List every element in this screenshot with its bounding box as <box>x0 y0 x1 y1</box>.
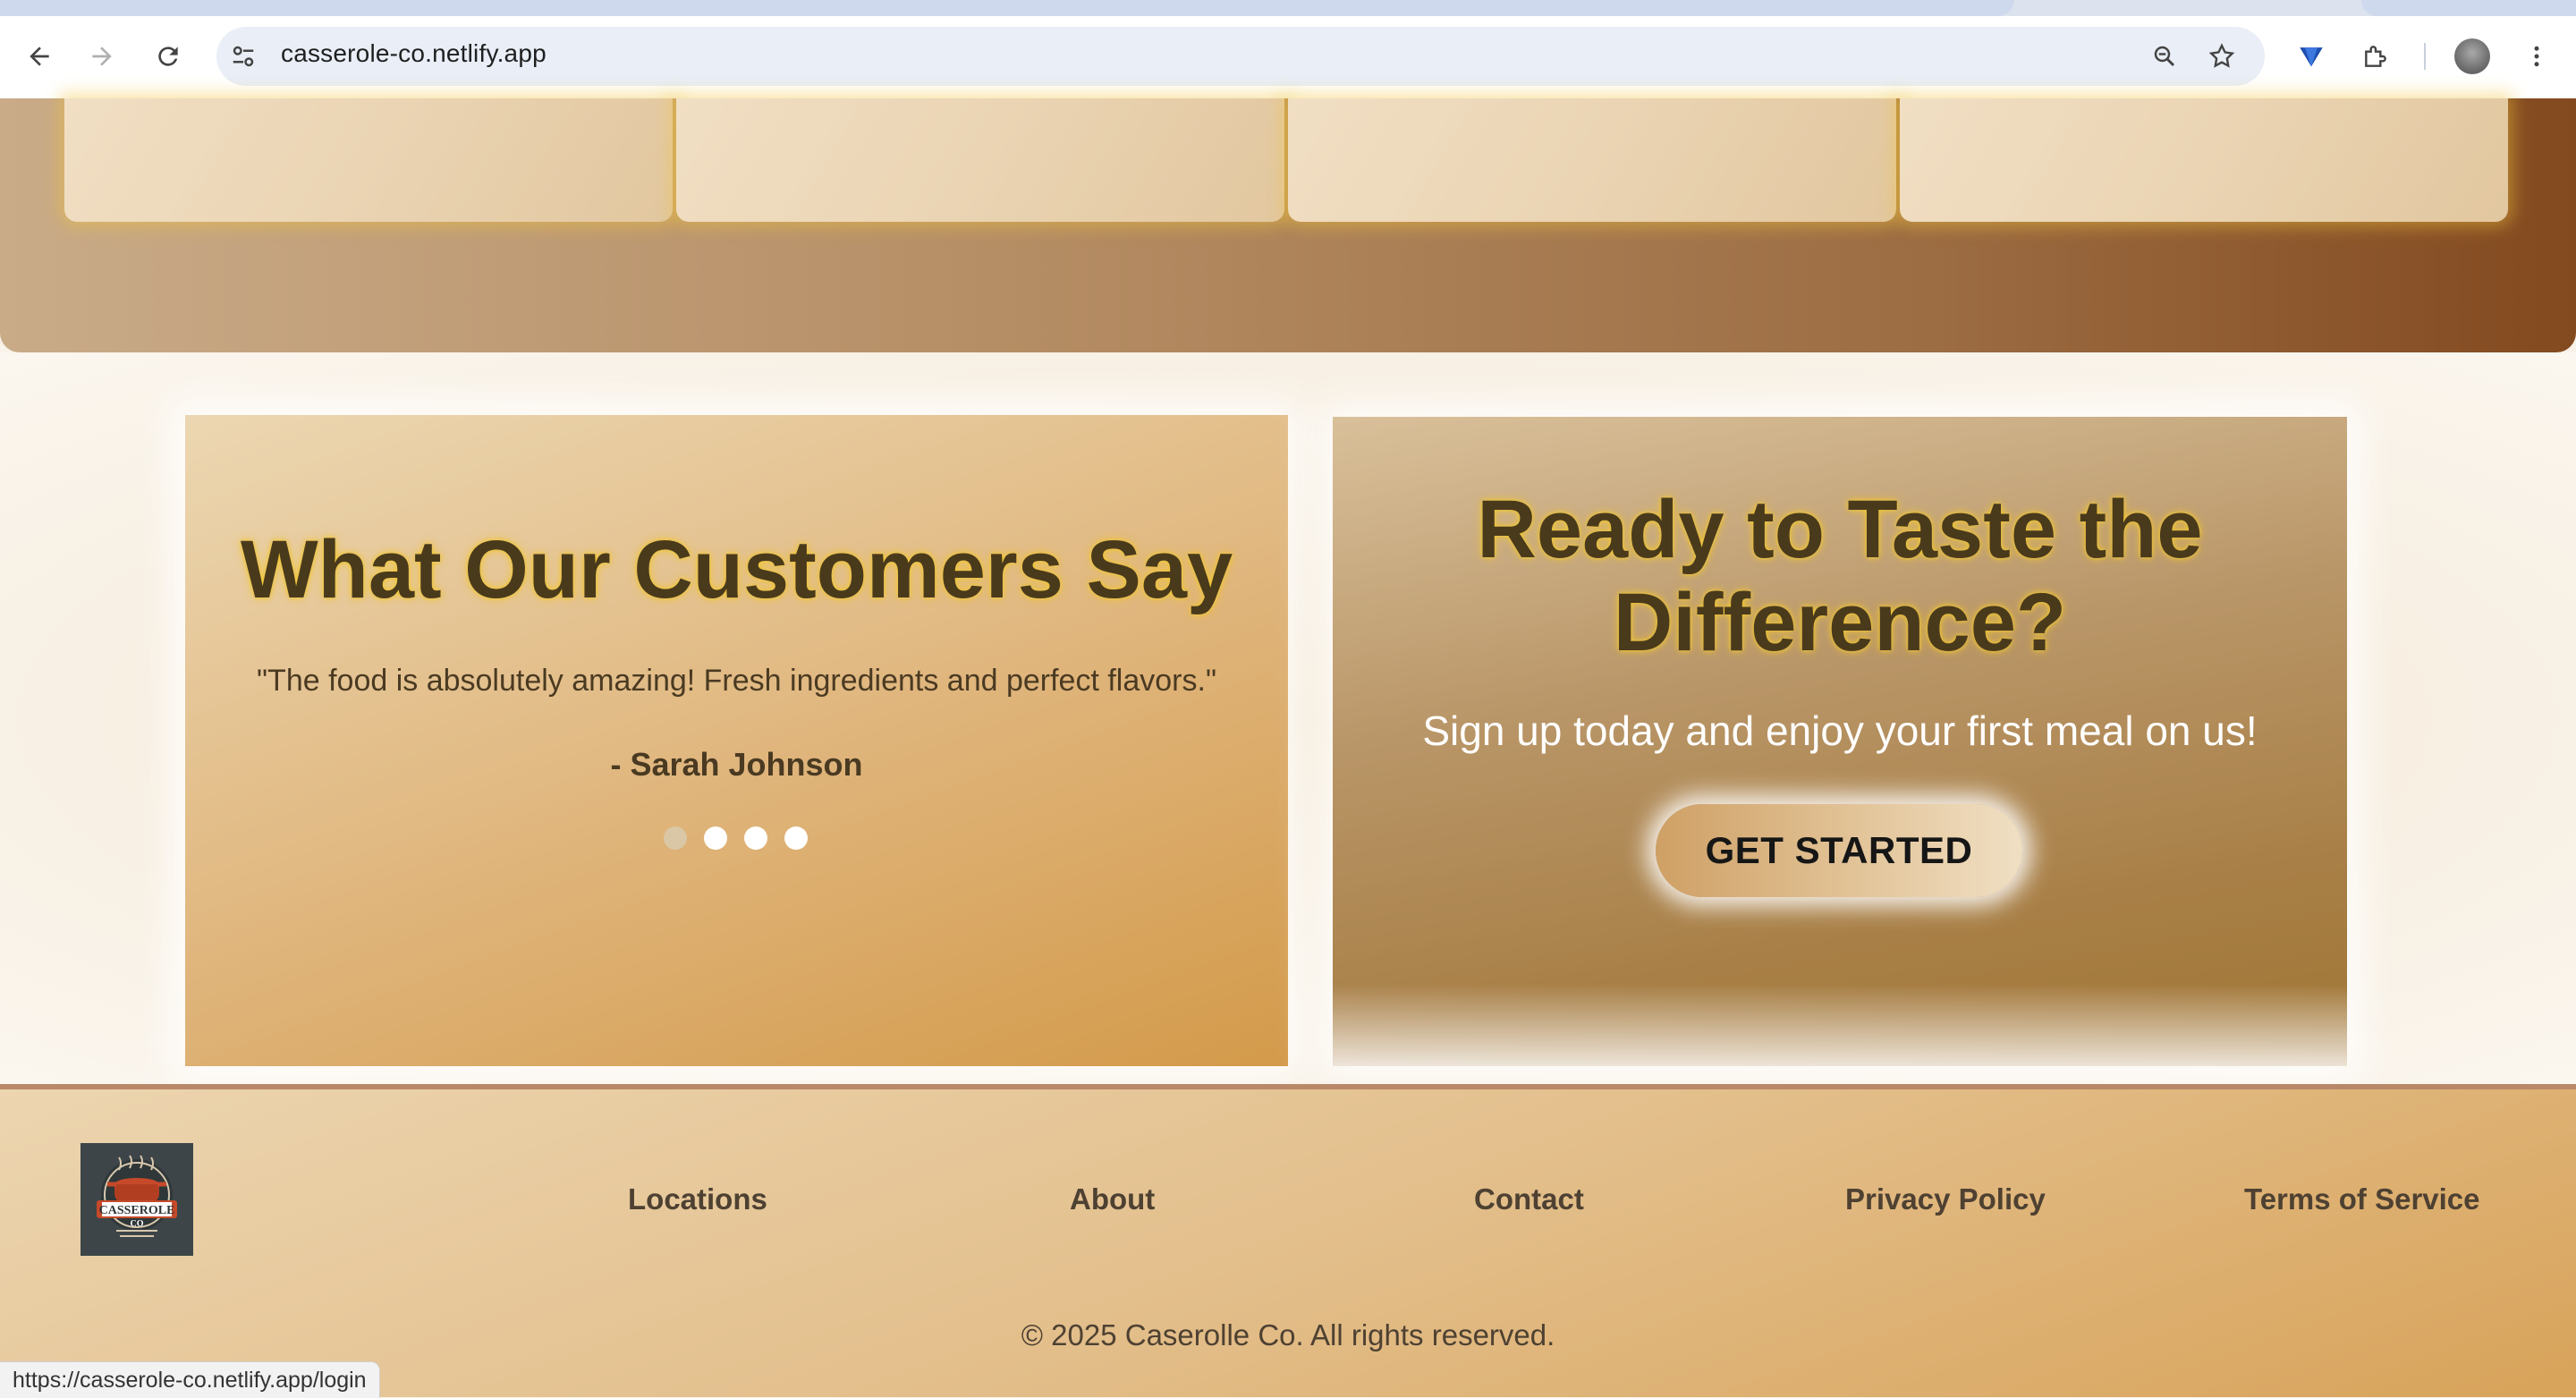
footer-link-about[interactable]: About <box>1070 1182 1155 1216</box>
carousel-dot[interactable] <box>784 826 808 850</box>
cta-title-line2: Difference? <box>1613 577 2067 668</box>
testimonial-author: - Sarah Johnson <box>610 746 863 783</box>
footer-link-terms-of-service[interactable]: Terms of Service <box>2244 1182 2480 1216</box>
site-info-icon[interactable] <box>218 31 268 81</box>
extensions-puzzle-icon[interactable] <box>2351 31 2401 81</box>
zoom-icon[interactable] <box>2140 31 2190 81</box>
more-menu-icon[interactable] <box>2512 31 2562 81</box>
forward-arrow-icon <box>92 47 112 66</box>
svg-text:CO: CO <box>131 1219 144 1229</box>
testimonials-title: What Our Customers Say <box>240 524 1233 615</box>
hero-card[interactable] <box>676 98 1284 222</box>
back-arrow-icon <box>30 47 49 66</box>
bookmark-star-icon[interactable] <box>2197 31 2247 81</box>
cta-panel-fade <box>1333 984 2347 1066</box>
carousel-dot[interactable] <box>664 826 687 850</box>
url-text[interactable]: casserole-co.netlify.app <box>281 39 547 68</box>
get-started-button[interactable]: GET STARTED <box>1656 804 2022 897</box>
toolbar-divider <box>2424 43 2426 70</box>
carousel-dot[interactable] <box>704 826 727 850</box>
reload-button[interactable] <box>140 28 197 85</box>
hero-card[interactable] <box>64 98 673 222</box>
footer-link-contact[interactable]: Contact <box>1474 1182 1584 1216</box>
cta-subtitle: Sign up today and enjoy your first meal … <box>1422 707 2258 754</box>
carousel-dot[interactable] <box>744 826 767 850</box>
active-tab[interactable] <box>0 0 2014 16</box>
hero-card[interactable] <box>1288 98 1896 222</box>
extension-diamond-icon[interactable] <box>2286 31 2336 81</box>
reload-icon <box>158 47 178 66</box>
tab-strip-right <box>2361 0 2576 16</box>
footer-link-privacy-policy[interactable]: Privacy Policy <box>1845 1182 2046 1216</box>
testimonial-quote: "The food is absolutely amazing! Fresh i… <box>256 664 1217 698</box>
svg-text:CASSEROLE: CASSEROLE <box>99 1204 175 1217</box>
link-status-bar: https://casserole-co.netlify.app/login <box>0 1361 380 1398</box>
hero-card[interactable] <box>1900 98 2508 222</box>
back-button[interactable] <box>11 28 68 85</box>
footer-link-locations[interactable]: Locations <box>628 1182 767 1216</box>
testimonial-panel <box>185 415 1288 1066</box>
casserole-pot-icon: CASSEROLE CO <box>97 1155 177 1237</box>
casserole-logo[interactable]: CASSEROLE CO <box>80 1143 193 1256</box>
cta-title-line1: Ready to Taste the <box>1477 484 2203 575</box>
forward-button[interactable] <box>73 28 131 85</box>
copyright-text: © 2025 Caserolle Co. All rights reserved… <box>1021 1318 1555 1351</box>
profile-avatar[interactable] <box>2454 38 2490 74</box>
cta-title: Ready to Taste the Difference? <box>1333 483 2347 669</box>
